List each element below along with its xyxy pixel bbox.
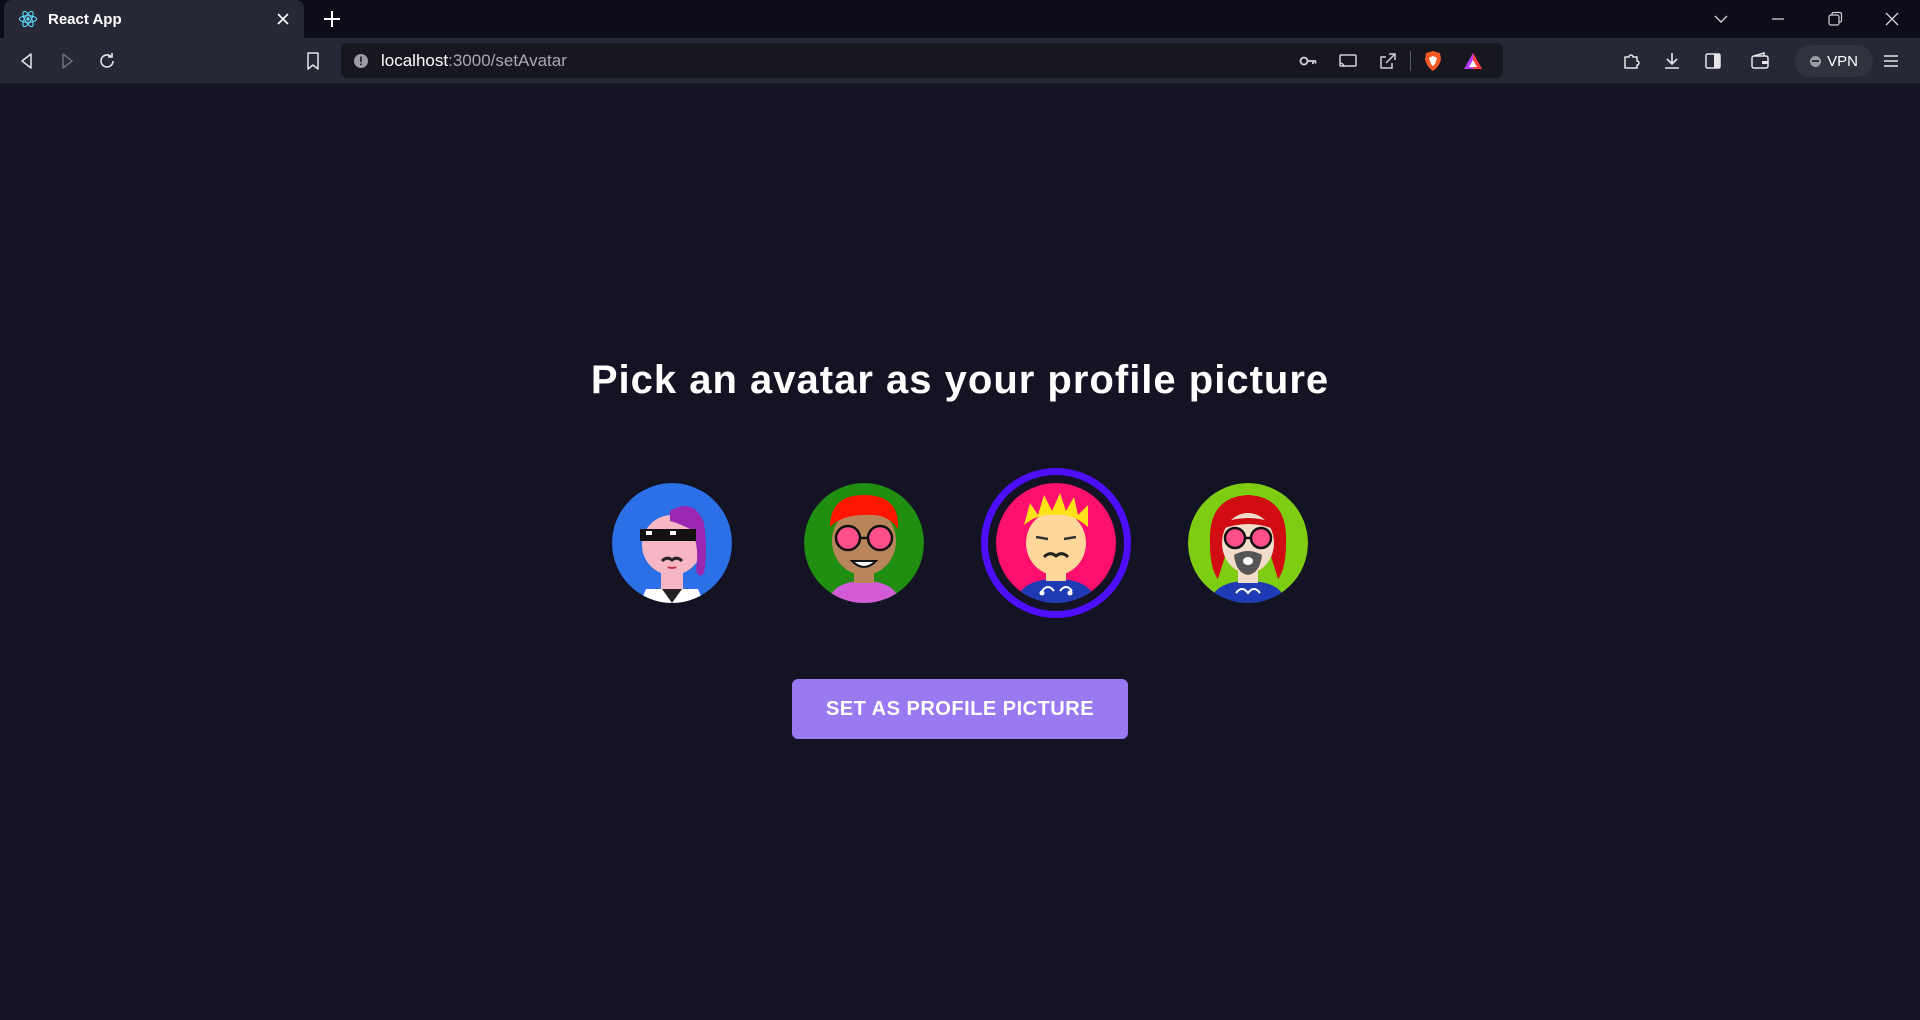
restore-icon[interactable] <box>1806 0 1863 38</box>
url-host: localhost <box>381 50 449 70</box>
wallet-icon[interactable] <box>1744 45 1776 77</box>
address-bar[interactable]: localhost:3000/setAvatar <box>341 43 1503 78</box>
back-icon[interactable] <box>11 45 43 77</box>
avatar-option-1[interactable] <box>612 483 732 603</box>
browser-toolbar: localhost:3000/setAvatar VPN <box>0 38 1920 84</box>
vpn-label: VPN <box>1827 52 1858 70</box>
avatar-2-illustration <box>804 483 924 603</box>
avatar-1-illustration <box>612 483 732 603</box>
tab-title: React App <box>48 10 122 28</box>
close-tab-icon[interactable] <box>272 8 294 30</box>
sidebar-icon[interactable] <box>1697 45 1729 77</box>
address-bar-actions <box>1288 43 1493 78</box>
vpn-button[interactable]: VPN <box>1795 45 1873 77</box>
avatar-4-illustration <box>1188 483 1308 603</box>
vpn-status-icon <box>1810 55 1822 67</box>
browser-tab-strip: React App <box>0 0 1920 38</box>
extensions-icon[interactable] <box>1615 45 1647 77</box>
cast-icon[interactable] <box>1328 43 1368 78</box>
site-info-icon[interactable] <box>353 53 369 69</box>
window-controls <box>1692 0 1920 38</box>
brave-rewards-icon[interactable] <box>1453 43 1493 78</box>
brave-shields-icon[interactable] <box>1413 43 1453 78</box>
avatar-list <box>0 84 1920 1020</box>
close-window-icon[interactable] <box>1863 0 1920 38</box>
separator <box>1410 50 1411 71</box>
forward-icon[interactable] <box>51 45 83 77</box>
avatar-option-4[interactable] <box>1188 483 1308 603</box>
share-icon[interactable] <box>1368 43 1408 78</box>
browser-tab[interactable]: React App <box>4 0 304 38</box>
bookmark-icon[interactable] <box>297 45 329 77</box>
react-logo-icon <box>18 9 38 29</box>
new-tab-button[interactable] <box>318 6 346 32</box>
reload-icon[interactable] <box>91 45 123 77</box>
avatar-option-3[interactable] <box>981 468 1131 618</box>
set-profile-picture-button[interactable]: SET AS PROFILE PICTURE <box>792 679 1128 739</box>
avatar-option-2[interactable] <box>804 483 924 603</box>
avatar-3-illustration <box>996 483 1116 603</box>
key-icon[interactable] <box>1288 43 1328 78</box>
url-path: :3000/setAvatar <box>448 50 567 70</box>
page-content: Pick an avatar as your profile picture S… <box>0 84 1920 1020</box>
download-icon[interactable] <box>1656 45 1688 77</box>
tab-search-chevron-icon[interactable] <box>1692 0 1749 38</box>
menu-icon[interactable] <box>1875 45 1907 77</box>
minimize-icon[interactable] <box>1749 0 1806 38</box>
